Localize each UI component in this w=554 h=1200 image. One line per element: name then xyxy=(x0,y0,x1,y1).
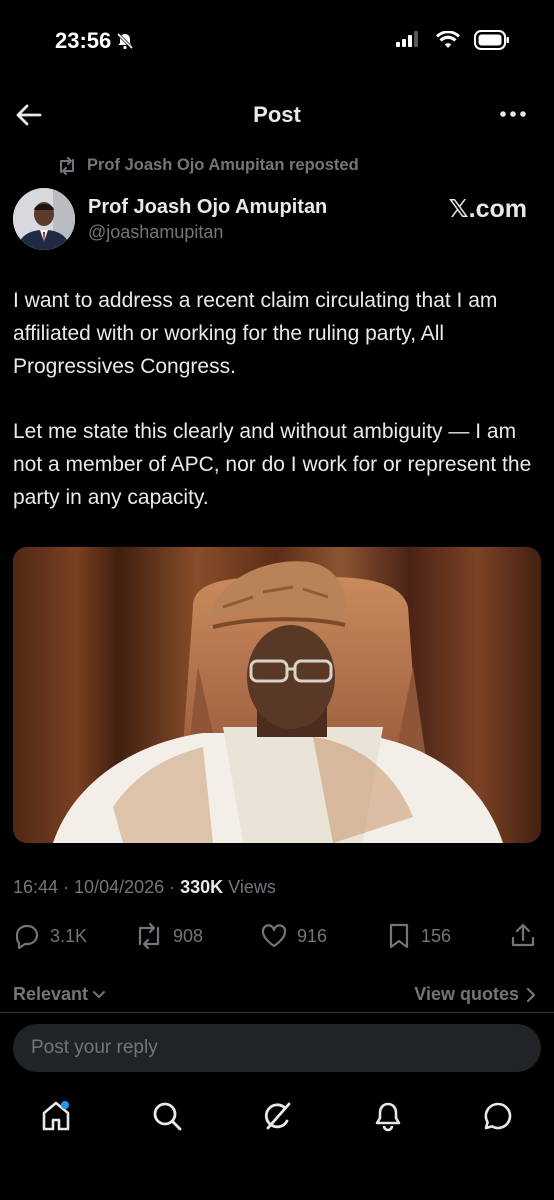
reply-input[interactable] xyxy=(13,1024,541,1072)
post-paragraph: I want to address a recent claim circula… xyxy=(13,289,498,378)
post-timestamp: 16:44 · 10/04/2026 · xyxy=(13,877,181,897)
bookmark-button[interactable]: 156 xyxy=(386,922,451,950)
view-quotes-link[interactable]: View quotes xyxy=(414,984,537,1005)
reply-icon xyxy=(15,924,39,950)
messages-icon xyxy=(484,1102,512,1130)
post-paragraph: Let me state this clearly and without am… xyxy=(13,420,532,509)
nav-messages[interactable] xyxy=(478,1096,518,1136)
search-icon xyxy=(153,1102,182,1131)
grok-icon xyxy=(264,1102,291,1130)
author-name[interactable]: Prof Joash Ojo Amupitan xyxy=(88,196,327,219)
like-count: 916 xyxy=(297,925,328,946)
avatar-photo xyxy=(13,188,75,250)
sort-label: Relevant xyxy=(13,984,89,1004)
bell-muted-icon xyxy=(117,32,134,50)
view-quotes-label: View quotes xyxy=(414,984,519,1004)
repost-icon xyxy=(60,156,74,175)
nav-search[interactable] xyxy=(147,1096,187,1136)
more-options-button[interactable] xyxy=(498,104,528,124)
post-image[interactable] xyxy=(13,547,541,843)
share-icon xyxy=(511,923,535,947)
post-photo xyxy=(13,547,541,843)
signal-icon xyxy=(396,31,418,47)
chevron-down-icon xyxy=(93,990,106,998)
divider xyxy=(0,1012,554,1013)
like-button[interactable]: 916 xyxy=(260,922,327,950)
avatar[interactable] xyxy=(13,188,75,250)
heart-icon xyxy=(261,924,287,948)
author-handle[interactable]: @joashamupitan xyxy=(88,222,223,243)
sort-replies-dropdown[interactable]: Relevant xyxy=(13,984,106,1005)
bookmark-count: 156 xyxy=(421,925,452,946)
reply-box[interactable] xyxy=(13,1024,541,1072)
views-label: Views xyxy=(223,877,276,897)
post-text: I want to address a recent claim circula… xyxy=(13,284,543,546)
notifications-icon xyxy=(375,1102,401,1132)
reply-button[interactable]: 3.1K xyxy=(13,922,87,950)
bookmark-icon xyxy=(389,923,409,949)
chevron-right-icon xyxy=(526,987,536,1002)
repost-count: 908 xyxy=(173,925,204,946)
repost-button[interactable]: 908 xyxy=(134,922,203,950)
repost-label: Prof Joash Ojo Amupitan reposted xyxy=(87,156,359,174)
repost-indicator[interactable]: Prof Joash Ojo Amupitan reposted xyxy=(56,156,359,175)
x-watermark: 𝕏.com xyxy=(448,195,528,223)
share-button[interactable] xyxy=(510,922,536,950)
nav-home[interactable] xyxy=(36,1096,76,1136)
page-title: Post xyxy=(253,102,301,127)
views-count: 330K xyxy=(180,877,224,897)
reply-count: 3.1K xyxy=(50,925,88,946)
nav-grok[interactable] xyxy=(258,1096,298,1136)
status-bar-icons xyxy=(396,30,510,50)
repost-icon xyxy=(138,922,160,950)
clock-text: 23:56 xyxy=(55,28,112,53)
wifi-icon xyxy=(436,31,460,48)
nav-notifications[interactable] xyxy=(368,1096,408,1136)
battery-icon xyxy=(474,30,509,50)
post-meta: 16:44 · 10/04/2026 · 330K Views xyxy=(13,877,276,898)
more-icon xyxy=(500,111,526,117)
home-icon xyxy=(42,1101,70,1131)
status-bar-time: 23:56 xyxy=(55,28,135,54)
